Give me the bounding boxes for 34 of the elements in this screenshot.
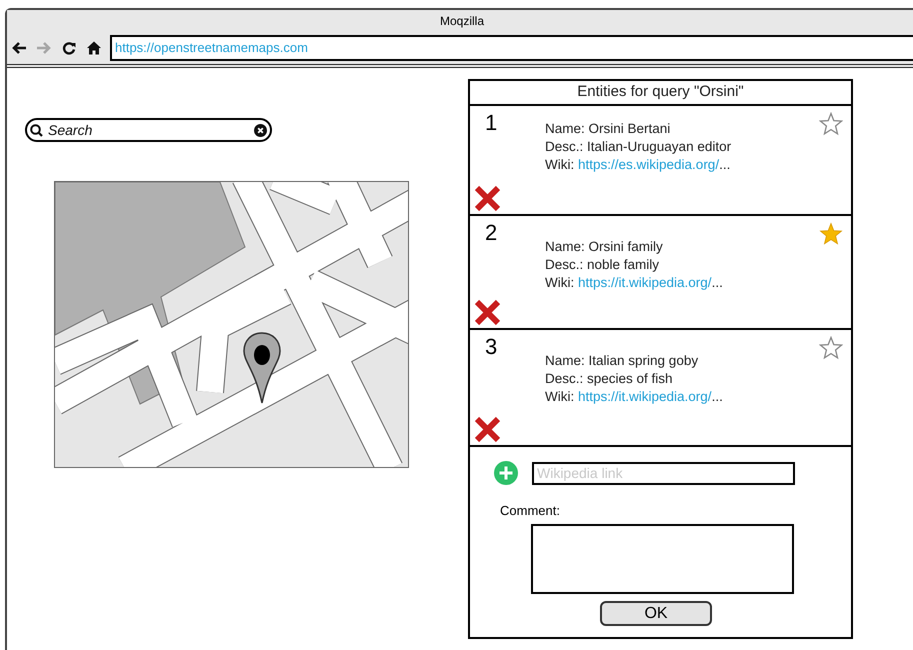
entity-description: Desc.: Italian-Uruguayan editor <box>545 138 732 156</box>
entity-number: 2 <box>485 222 498 244</box>
delete-icon[interactable] <box>474 299 501 326</box>
comment-label: Comment: <box>500 503 560 518</box>
ok-button[interactable]: OK <box>600 601 712 626</box>
entity-name: Name: Orsini Bertani <box>545 120 670 138</box>
window-title: Moqzilla <box>440 13 484 30</box>
panel-title: Entities for query "Orsini" <box>577 82 744 102</box>
wiki-line: Wiki: https://es.wikipedia.org/... <box>545 156 730 174</box>
wiki-link[interactable]: https://es.wikipedia.org/ <box>578 157 720 172</box>
entity-name: Name: Italian spring goby <box>545 352 698 370</box>
reload-icon[interactable] <box>61 40 77 56</box>
wiki-link[interactable]: https://it.wikipedia.org/ <box>578 275 712 290</box>
star-icon[interactable] <box>819 112 843 136</box>
clear-icon[interactable] <box>254 124 267 136</box>
entity-name: Name: Orsini family <box>545 238 663 256</box>
entity-number: 1 <box>485 112 498 134</box>
star-icon[interactable] <box>819 336 843 360</box>
url-field[interactable]: https://openstreetnamemaps.com <box>110 35 913 61</box>
map-pin-icon <box>243 332 281 404</box>
entity-description: Desc.: species of fish <box>545 370 673 388</box>
delete-icon[interactable] <box>474 416 501 443</box>
back-icon[interactable] <box>11 40 27 56</box>
entity-number: 3 <box>485 336 498 358</box>
wiki-line: Wiki: https://it.wikipedia.org/... <box>545 388 723 406</box>
delete-icon[interactable] <box>474 185 501 212</box>
search-icon <box>30 124 43 136</box>
wiki-link[interactable]: https://it.wikipedia.org/ <box>578 389 712 404</box>
star-icon[interactable] <box>819 222 843 246</box>
home-icon[interactable] <box>86 40 102 56</box>
search-field[interactable]: Search <box>25 118 272 142</box>
comment-field[interactable] <box>531 524 794 594</box>
entity-description: Desc.: noble family <box>545 256 660 274</box>
wiki-line: Wiki: https://it.wikipedia.org/... <box>545 274 723 292</box>
